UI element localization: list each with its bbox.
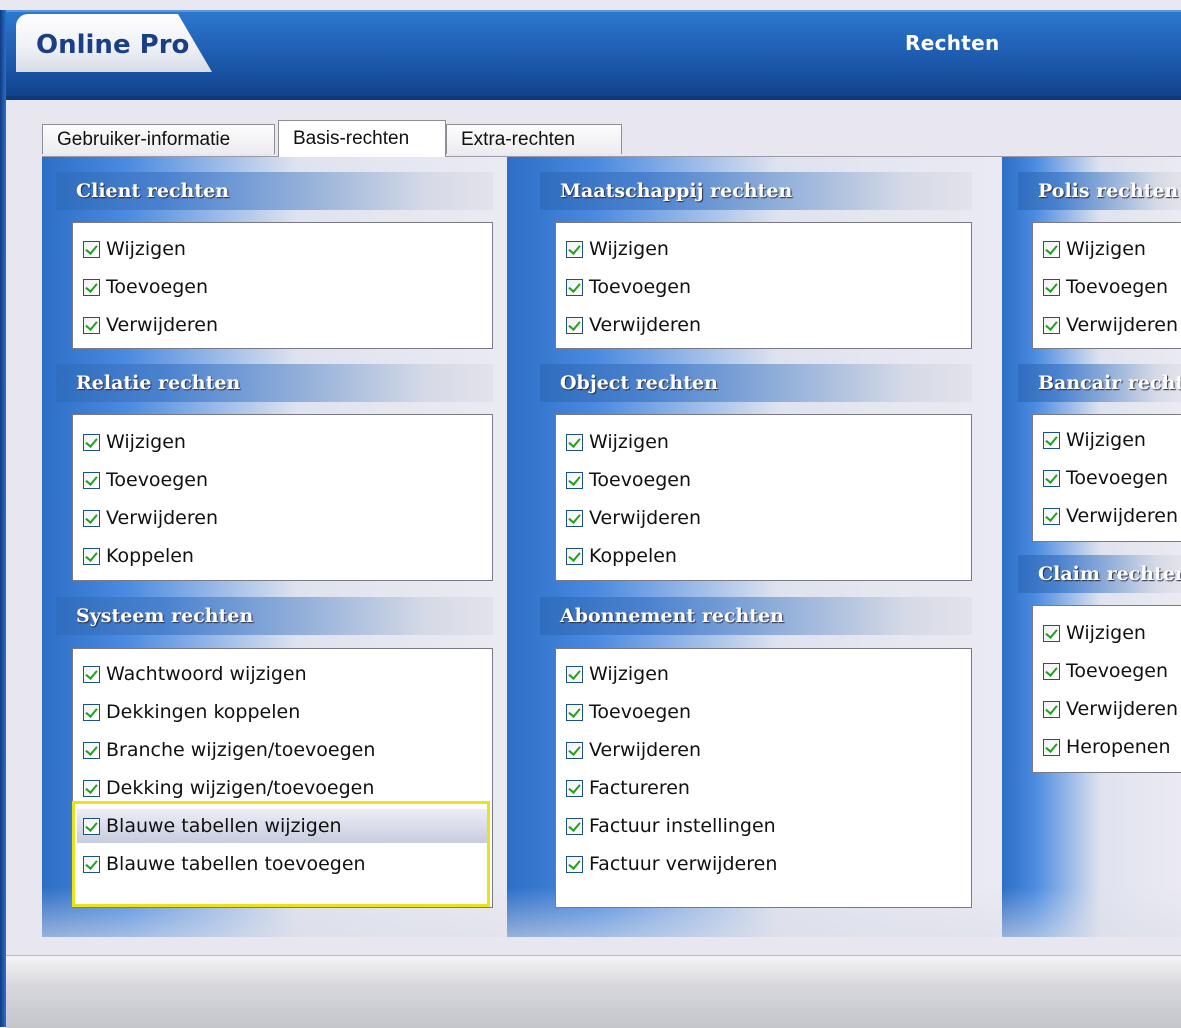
checkbox-checked-icon[interactable] <box>566 665 583 683</box>
checkbox-client-wijzigen[interactable]: Wijzigen <box>83 232 186 266</box>
group-object-rechten: Wijzigen Toevoegen Verwijderen Koppelen <box>555 414 972 581</box>
checkbox-checked-icon[interactable] <box>83 665 100 683</box>
checkbox-object-koppelen[interactable]: Koppelen <box>566 539 677 573</box>
group-header-maatschappij-rechten: Maatschappij rechten <box>540 172 972 210</box>
group-abonnement-rechten: Wijzigen Toevoegen Verwijderen Facturere… <box>555 648 972 908</box>
checkbox-wachtwoord-wijzigen[interactable]: Wachtwoord wijzigen <box>83 657 307 691</box>
checkbox-factuur-verwijderen[interactable]: Factuur verwijderen <box>566 847 777 881</box>
checkbox-checked-icon[interactable] <box>566 433 583 451</box>
checkbox-checked-icon[interactable] <box>83 433 100 451</box>
checkbox-checked-icon[interactable] <box>1043 316 1060 334</box>
checkbox-bancair-wijzigen[interactable]: Wijzigen <box>1043 423 1146 457</box>
group-header-systeem-rechten: Systeem rechten <box>56 597 493 635</box>
checkbox-branche-wijzigen-toevoegen[interactable]: Branche wijzigen/toevoegen <box>83 733 375 767</box>
app-name: Online Pro <box>36 30 190 60</box>
checkbox-checked-icon[interactable] <box>1043 431 1060 449</box>
checkbox-checked-icon[interactable] <box>566 509 583 527</box>
checkbox-dekking-wijzigen-toevoegen[interactable]: Dekking wijzigen/toevoegen <box>83 771 374 805</box>
checkbox-checked-icon[interactable] <box>1043 240 1060 258</box>
group-header-bancair-rechten: Bancair rechten <box>1018 364 1181 402</box>
checkbox-abonnement-factureren[interactable]: Factureren <box>566 771 690 805</box>
group-header-relatie-rechten: Relatie rechten <box>56 364 493 402</box>
checkbox-checked-icon[interactable] <box>566 316 583 334</box>
checkbox-checked-icon[interactable] <box>1043 469 1060 487</box>
checkbox-checked-icon[interactable] <box>83 855 100 873</box>
checkbox-claim-verwijderen[interactable]: Verwijderen <box>1043 692 1178 726</box>
checkbox-client-toevoegen[interactable]: Toevoegen <box>83 270 208 304</box>
checkbox-relatie-koppelen[interactable]: Koppelen <box>83 539 194 573</box>
tab-basis-rechten[interactable]: Basis-rechten <box>278 120 446 157</box>
checkbox-checked-icon[interactable] <box>83 278 100 296</box>
checkbox-checked-icon[interactable] <box>566 703 583 721</box>
group-header-client-rechten: Client rechten <box>56 172 493 210</box>
checkbox-blauwe-tabellen-wijzigen[interactable]: Blauwe tabellen wijzigen <box>77 809 488 843</box>
group-relatie-rechten: Wijzigen Toevoegen Verwijderen Koppelen <box>72 414 493 581</box>
group-header-object-rechten: Object rechten <box>540 364 972 402</box>
checkbox-abonnement-verwijderen[interactable]: Verwijderen <box>566 733 701 767</box>
checkbox-checked-icon[interactable] <box>1043 700 1060 718</box>
checkbox-abonnement-wijzigen[interactable]: Wijzigen <box>566 657 669 691</box>
checkbox-maatschappij-toevoegen[interactable]: Toevoegen <box>566 270 691 304</box>
checkbox-checked-icon[interactable] <box>1043 507 1060 525</box>
checkbox-checked-icon[interactable] <box>83 471 100 489</box>
group-maatschappij-rechten: Wijzigen Toevoegen Verwijderen <box>555 222 972 349</box>
checkbox-polis-verwijderen[interactable]: Verwijderen <box>1043 308 1178 342</box>
checkbox-checked-icon[interactable] <box>1043 738 1060 756</box>
checkbox-claim-toevoegen[interactable]: Toevoegen <box>1043 654 1168 688</box>
checkbox-checked-icon[interactable] <box>83 817 100 835</box>
window-title: Rechten <box>905 31 1000 55</box>
checkbox-bancair-toevoegen[interactable]: Toevoegen <box>1043 461 1168 495</box>
checkbox-checked-icon[interactable] <box>566 547 583 565</box>
checkbox-relatie-verwijderen[interactable]: Verwijderen <box>83 501 218 535</box>
checkbox-object-verwijderen[interactable]: Verwijderen <box>566 501 701 535</box>
checkbox-checked-icon[interactable] <box>566 471 583 489</box>
checkbox-object-toevoegen[interactable]: Toevoegen <box>566 463 691 497</box>
checkbox-object-wijzigen[interactable]: Wijzigen <box>566 425 669 459</box>
checkbox-checked-icon[interactable] <box>566 779 583 797</box>
checkbox-checked-icon[interactable] <box>566 278 583 296</box>
checkbox-claim-wijzigen[interactable]: Wijzigen <box>1043 616 1146 650</box>
group-polis-rechten: Wijzigen Toevoegen Verwijderen <box>1032 222 1181 349</box>
group-client-rechten: Wijzigen Toevoegen Verwijderen <box>72 222 493 349</box>
checkbox-checked-icon[interactable] <box>83 741 100 759</box>
bottom-button-bar <box>6 955 1181 1028</box>
checkbox-maatschappij-wijzigen[interactable]: Wijzigen <box>566 232 669 266</box>
tab-extra-rechten[interactable]: Extra-rechten <box>446 124 622 154</box>
checkbox-claim-heropenen[interactable]: Heropenen <box>1043 730 1171 764</box>
checkbox-factuur-instellingen[interactable]: Factuur instellingen <box>566 809 776 843</box>
checkbox-dekkingen-koppelen[interactable]: Dekkingen koppelen <box>83 695 300 729</box>
checkbox-checked-icon[interactable] <box>83 703 100 721</box>
checkbox-checked-icon[interactable] <box>83 316 100 334</box>
checkbox-checked-icon[interactable] <box>566 855 583 873</box>
group-header-claim-rechten: Claim rechten <box>1018 555 1181 593</box>
checkbox-client-verwijderen[interactable]: Verwijderen <box>83 308 218 342</box>
checkbox-bancair-verwijderen[interactable]: Verwijderen <box>1043 499 1178 533</box>
checkbox-checked-icon[interactable] <box>83 547 100 565</box>
group-header-polis-rechten: Polis rechten <box>1018 172 1181 210</box>
group-systeem-rechten: Wachtwoord wijzigen Dekkingen koppelen B… <box>72 648 493 908</box>
checkbox-checked-icon[interactable] <box>566 240 583 258</box>
rechten-window: Online Pro Rechten Gebruiker-informatie … <box>0 0 1181 1028</box>
checkbox-checked-icon[interactable] <box>1043 662 1060 680</box>
checkbox-checked-icon[interactable] <box>566 817 583 835</box>
checkbox-maatschappij-verwijderen[interactable]: Verwijderen <box>566 308 701 342</box>
checkbox-checked-icon[interactable] <box>83 509 100 527</box>
checkbox-checked-icon[interactable] <box>83 779 100 797</box>
group-claim-rechten: Wijzigen Toevoegen Verwijderen Heropenen <box>1032 605 1181 773</box>
checkbox-checked-icon[interactable] <box>83 240 100 258</box>
checkbox-blauwe-tabellen-toevoegen[interactable]: Blauwe tabellen toevoegen <box>83 847 366 881</box>
group-bancair-rechten: Wijzigen Toevoegen Verwijderen <box>1032 414 1181 542</box>
checkbox-abonnement-toevoegen[interactable]: Toevoegen <box>566 695 691 729</box>
tab-gebruiker-informatie[interactable]: Gebruiker-informatie <box>42 124 275 154</box>
checkbox-polis-wijzigen[interactable]: Wijzigen <box>1043 232 1146 266</box>
checkbox-polis-toevoegen[interactable]: Toevoegen <box>1043 270 1168 304</box>
checkbox-checked-icon[interactable] <box>1043 624 1060 642</box>
checkbox-checked-icon[interactable] <box>566 741 583 759</box>
checkbox-checked-icon[interactable] <box>1043 278 1060 296</box>
checkbox-relatie-toevoegen[interactable]: Toevoegen <box>83 463 208 497</box>
checkbox-relatie-wijzigen[interactable]: Wijzigen <box>83 425 186 459</box>
group-header-abonnement-rechten: Abonnement rechten <box>540 597 972 635</box>
